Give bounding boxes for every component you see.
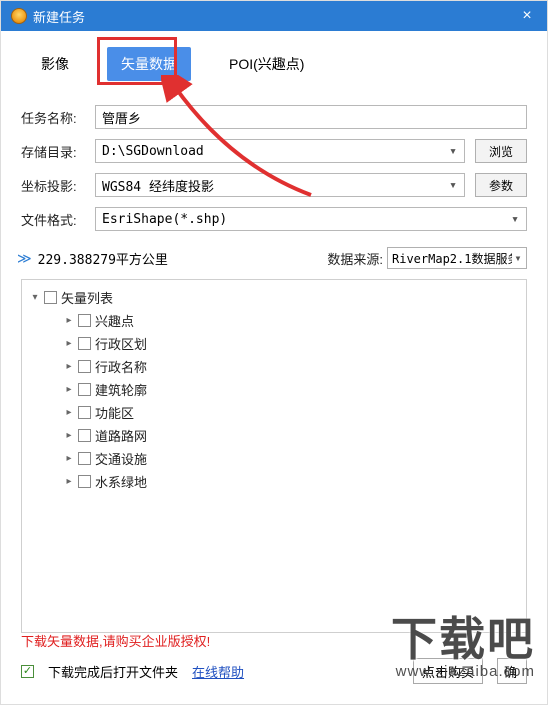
chevron-down-icon: ▾ — [512, 251, 524, 265]
checkbox[interactable] — [78, 360, 91, 373]
buy-button[interactable]: 点击购买 — [413, 658, 483, 684]
data-source-label: 数据来源: — [327, 249, 383, 268]
tab-vector[interactable]: 矢量数据 — [107, 47, 191, 81]
checkbox[interactable] — [78, 429, 91, 442]
expand-icon[interactable]: ▸ — [64, 315, 74, 326]
proj-value: WGS84 经纬度投影 — [102, 176, 446, 195]
tree-item-admin-name[interactable]: ▸ 行政名称 — [30, 355, 518, 378]
tree-item-traffic[interactable]: ▸ 交通设施 — [30, 447, 518, 470]
expand-icon[interactable]: ▸ — [64, 384, 74, 395]
online-help-link[interactable]: 在线帮助 — [192, 662, 244, 681]
close-icon[interactable]: × — [517, 7, 537, 25]
chevron-down-icon: ▾ — [508, 212, 522, 227]
format-label: 文件格式: — [21, 210, 85, 229]
expand-icon[interactable]: ▸ — [64, 361, 74, 372]
tree-item-admin-division[interactable]: ▸ 行政区划 — [30, 332, 518, 355]
tab-image[interactable]: 影像 — [31, 49, 79, 79]
tree-item-label: 兴趣点 — [95, 311, 134, 330]
tree-item-function-zone[interactable]: ▸ 功能区 — [30, 401, 518, 424]
save-dir-label: 存储目录: — [21, 142, 85, 161]
tree-item-poi[interactable]: ▸ 兴趣点 — [30, 309, 518, 332]
tab-poi[interactable]: POI(兴趣点) — [219, 49, 314, 79]
collapse-icon[interactable]: ≫ — [17, 250, 32, 267]
browse-button[interactable]: 浏览 — [475, 139, 527, 163]
tree-item-label: 水系绿地 — [95, 472, 147, 491]
proj-label: 坐标投影: — [21, 176, 85, 195]
checkbox[interactable] — [78, 452, 91, 465]
tree-item-road[interactable]: ▸ 道路路网 — [30, 424, 518, 447]
confirm-button[interactable]: 确 — [497, 658, 527, 684]
checkbox[interactable] — [78, 314, 91, 327]
expand-icon[interactable]: ▸ — [64, 407, 74, 418]
save-dir-combo[interactable]: D:\SGDownload ▾ — [95, 139, 465, 163]
tree-item-label: 交通设施 — [95, 449, 147, 468]
tree-root-label: 矢量列表 — [61, 288, 113, 307]
task-name-input[interactable] — [95, 105, 527, 129]
format-combo[interactable]: EsriShape(*.shp) ▾ — [95, 207, 527, 231]
task-name-label: 任务名称: — [21, 108, 85, 127]
data-source-combo[interactable]: RiverMap2.1数据服务器 ▾ — [387, 247, 527, 269]
warning-text: 下载矢量数据,请购买企业版授权! — [21, 631, 527, 650]
app-icon — [11, 8, 27, 24]
open-after-label: 下载完成后打开文件夹 — [48, 662, 178, 681]
chevron-down-icon: ▾ — [446, 144, 460, 159]
tree-root[interactable]: ▾ 矢量列表 — [30, 286, 518, 309]
chevron-down-icon: ▾ — [446, 178, 460, 193]
checkbox[interactable] — [78, 475, 91, 488]
tree-item-water-green[interactable]: ▸ 水系绿地 — [30, 470, 518, 493]
checkbox[interactable] — [78, 406, 91, 419]
area-text: 229.388279平方公里 — [38, 249, 168, 268]
tree-panel: ▾ 矢量列表 ▸ 兴趣点 ▸ 行政区划 ▸ 行政名称 ▸ 建筑轮廓 ▸ 功能区 ▸ 道路路网… — [21, 279, 527, 633]
tree-item-building[interactable]: ▸ 建筑轮廓 — [30, 378, 518, 401]
window-title: 新建任务 — [33, 7, 85, 26]
tree-item-label: 功能区 — [95, 403, 134, 422]
params-button[interactable]: 参数 — [475, 173, 527, 197]
tree-item-label: 道路路网 — [95, 426, 147, 445]
open-after-checkbox[interactable]: ✓ — [21, 665, 34, 678]
proj-combo[interactable]: WGS84 经纬度投影 ▾ — [95, 173, 465, 197]
titlebar: 新建任务 × — [1, 1, 547, 31]
expand-icon[interactable]: ▸ — [64, 453, 74, 464]
data-source-value: RiverMap2.1数据服务器 — [392, 250, 512, 267]
expand-icon[interactable]: ▸ — [64, 430, 74, 441]
save-dir-value: D:\SGDownload — [102, 144, 446, 159]
checkbox[interactable] — [78, 337, 91, 350]
checkbox[interactable] — [44, 291, 57, 304]
expand-icon[interactable]: ▸ — [64, 476, 74, 487]
tree-item-label: 行政名称 — [95, 357, 147, 376]
tree-item-label: 行政区划 — [95, 334, 147, 353]
format-value: EsriShape(*.shp) — [102, 212, 508, 227]
checkbox[interactable] — [78, 383, 91, 396]
expand-icon[interactable]: ▸ — [64, 338, 74, 349]
tree-item-label: 建筑轮廓 — [95, 380, 147, 399]
expand-icon[interactable]: ▾ — [30, 292, 40, 303]
tab-bar: 影像 矢量数据 POI(兴趣点) — [1, 31, 547, 91]
